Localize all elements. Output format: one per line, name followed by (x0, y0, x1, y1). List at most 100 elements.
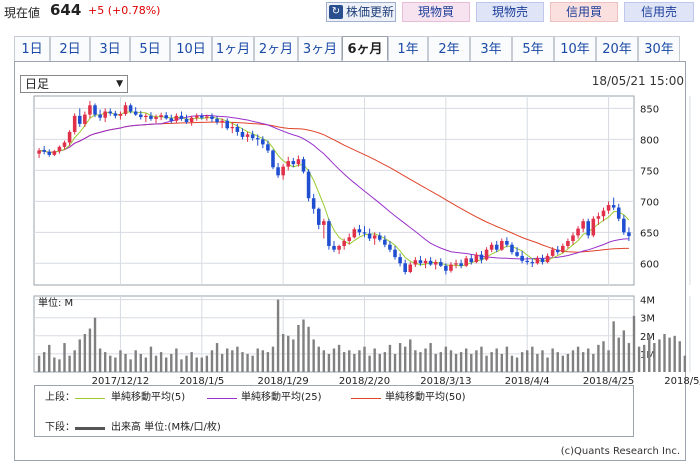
volume-bar (312, 339, 315, 372)
volume-bar (165, 357, 168, 372)
volume-bar (261, 350, 265, 372)
candle-body (576, 228, 580, 236)
volume-bar (454, 353, 458, 372)
candle-body (118, 113, 123, 116)
volume-bar (342, 352, 346, 372)
volume-bar (403, 346, 407, 372)
volume-bar (414, 350, 417, 372)
volume-bar (144, 357, 148, 372)
candle-body (316, 208, 321, 225)
volume-bar (170, 353, 173, 372)
candle-body (83, 114, 87, 124)
volume-bar (48, 344, 51, 372)
candle-body (286, 161, 291, 167)
candle-body (489, 244, 494, 250)
volume-bar (490, 352, 493, 372)
volume-bar (317, 346, 320, 372)
volume-bar (612, 321, 615, 372)
volume-bar (73, 350, 76, 372)
volume-bar (561, 355, 565, 372)
candle-body (418, 260, 423, 264)
candle-body (510, 244, 514, 253)
volume-bar (363, 346, 366, 372)
volume-bar (378, 353, 381, 372)
volume-bar (429, 343, 432, 372)
volume-bar (485, 355, 488, 372)
candle-body (174, 115, 179, 121)
candle-body (255, 138, 260, 140)
candle-body (494, 244, 499, 250)
volume-tick-label: 1M (640, 350, 655, 361)
volume-bar (419, 352, 422, 372)
candle-body (235, 126, 240, 132)
candle-body (413, 260, 418, 265)
volume-bar (281, 334, 285, 372)
candle-body (357, 229, 362, 233)
candle-body (383, 239, 387, 245)
candle-body (535, 258, 540, 264)
candle-body (154, 117, 158, 119)
volume-bar (434, 353, 437, 372)
candle-body (530, 262, 535, 264)
price-tick-label: 850 (640, 104, 659, 115)
volume-bar (236, 346, 239, 372)
volume-bar (93, 317, 97, 372)
candle-body (133, 111, 138, 115)
volume-bar (475, 350, 478, 372)
volume-bar (297, 324, 300, 372)
volume-bar (683, 355, 687, 372)
volume-bar (597, 344, 600, 372)
volume-bar (439, 352, 442, 372)
legend-sma25: 単純移動平均(25) (241, 392, 322, 403)
legend: 上段： 単純移動平均(5) 単純移動平均(25) 単純移動平均(50) 下段： … (34, 385, 634, 437)
candle-body (616, 207, 621, 219)
candle-body (245, 134, 250, 137)
candle-body (194, 115, 199, 118)
volume-bar (388, 344, 392, 372)
volume-bar (307, 326, 310, 372)
candle-body (479, 254, 484, 260)
candle-body (459, 263, 463, 266)
candle-body (57, 146, 62, 152)
candle-body (261, 139, 265, 145)
volume-bar (180, 359, 183, 372)
candle-body (611, 205, 616, 208)
candle-body (606, 205, 611, 211)
volume-bar (627, 343, 631, 372)
volume-bar (210, 350, 214, 372)
candle-body (301, 159, 306, 172)
volume-bar (241, 352, 244, 372)
volume-bar (231, 350, 234, 372)
volume-bar (678, 341, 681, 372)
candle-body (291, 161, 296, 165)
volume-bar (622, 330, 626, 372)
candle-body (108, 111, 113, 114)
candle-body (98, 114, 102, 118)
candle-body (113, 113, 118, 116)
candle-body (433, 262, 438, 265)
candle-body (149, 115, 153, 119)
volume-bar (480, 346, 483, 372)
volume-bar (495, 348, 498, 372)
candle-body (47, 151, 52, 155)
candle-body (454, 263, 458, 265)
volume-bar (226, 348, 229, 372)
candle-body (184, 118, 189, 123)
volume-bar (449, 350, 453, 372)
volume-tick-label: 2M (640, 332, 655, 343)
candle-body (347, 237, 352, 242)
candle-body (88, 105, 92, 115)
volume-bar (566, 353, 570, 372)
volume-bar (393, 353, 397, 372)
volume-bar (642, 344, 646, 372)
volume-bar (515, 357, 519, 372)
volume-bar (322, 350, 326, 372)
price-tick-label: 750 (640, 166, 659, 177)
volume-bar (327, 353, 331, 372)
candle-body (377, 235, 382, 240)
volume-bar (175, 348, 178, 372)
legend-sma5-swatch (75, 398, 105, 399)
candle-body (342, 241, 346, 246)
price-tick-label: 600 (640, 259, 659, 270)
volume-bar (353, 353, 356, 372)
